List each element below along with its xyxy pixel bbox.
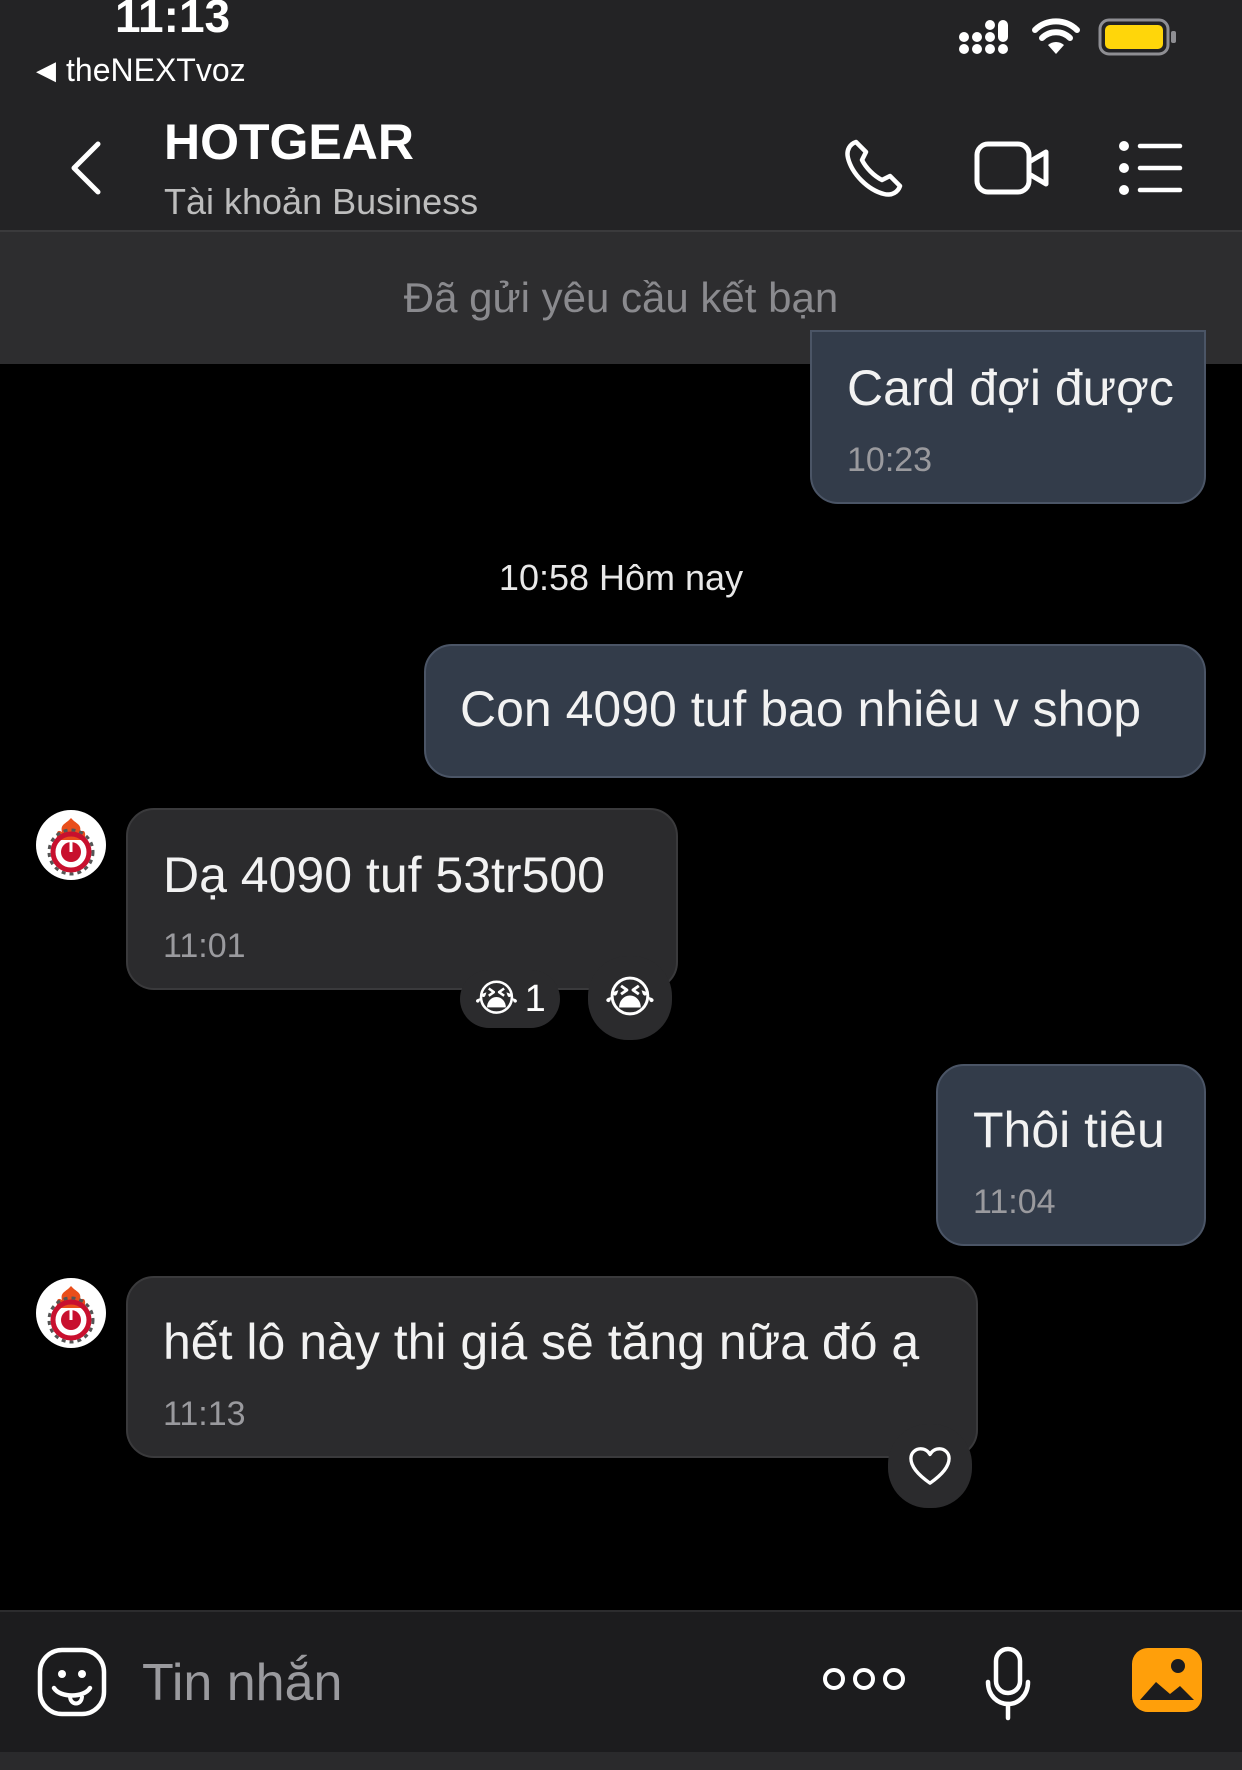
back-button[interactable] [64, 138, 108, 198]
message-text: hết lô này thi giá sẽ tăng nữa đó ạ [163, 1314, 920, 1370]
chat-subtitle: Tài khoản Business [164, 181, 479, 222]
avatar[interactable] [36, 1278, 106, 1348]
avatar[interactable] [36, 810, 106, 880]
crying-face-icon: 😭 [604, 973, 656, 1022]
cellular-signal-icon [959, 20, 1008, 54]
more-icon[interactable] [822, 1664, 906, 1694]
like-reaction-button[interactable] [888, 1424, 972, 1508]
reaction-button[interactable]: 😭 [588, 956, 672, 1040]
image-icon[interactable] [1130, 1646, 1204, 1714]
home-indicator-area [0, 1752, 1242, 1770]
back-triangle-icon: ◀ [36, 55, 56, 85]
chat-title[interactable]: HOTGEAR [164, 112, 414, 172]
video-camera-icon[interactable] [974, 138, 1050, 198]
friend-request-text: Đã gửi yêu cầu kết bạn [403, 274, 839, 321]
menu-list-icon[interactable] [1118, 140, 1184, 196]
message-input[interactable] [142, 1648, 782, 1718]
message-text: Thôi tiêu [973, 1102, 1165, 1158]
battery-icon [1098, 18, 1176, 56]
shop-logo-icon [47, 818, 95, 876]
message-time: 11:13 [163, 1395, 246, 1433]
wifi-icon [1032, 18, 1080, 54]
back-app-label: theNEXTvoz [66, 52, 246, 88]
status-time: 11:13 [115, 0, 231, 42]
shop-logo-icon [47, 1286, 95, 1344]
back-to-app-link[interactable]: ◀ theNEXTvoz [36, 52, 246, 88]
message-time: 11:01 [163, 927, 246, 965]
heart-icon [909, 1447, 951, 1485]
reaction-count: 1 [524, 977, 546, 1020]
message-time: 10:23 [847, 441, 933, 479]
message-time: 11:04 [973, 1183, 1056, 1221]
message-text: Dạ 4090 tuf 53tr500 [163, 847, 605, 903]
phone-icon[interactable] [842, 136, 906, 200]
microphone-icon[interactable] [984, 1646, 1032, 1722]
date-divider: 10:58 Hôm nay [498, 557, 744, 598]
crying-face-icon: 😭 [474, 978, 519, 1020]
message-text: Card đợi được [847, 360, 1174, 416]
message-text: Con 4090 tuf bao nhiêu v shop [460, 681, 1142, 737]
reaction-summary[interactable]: 😭 1 [460, 970, 560, 1028]
emoji-icon[interactable] [36, 1646, 108, 1718]
